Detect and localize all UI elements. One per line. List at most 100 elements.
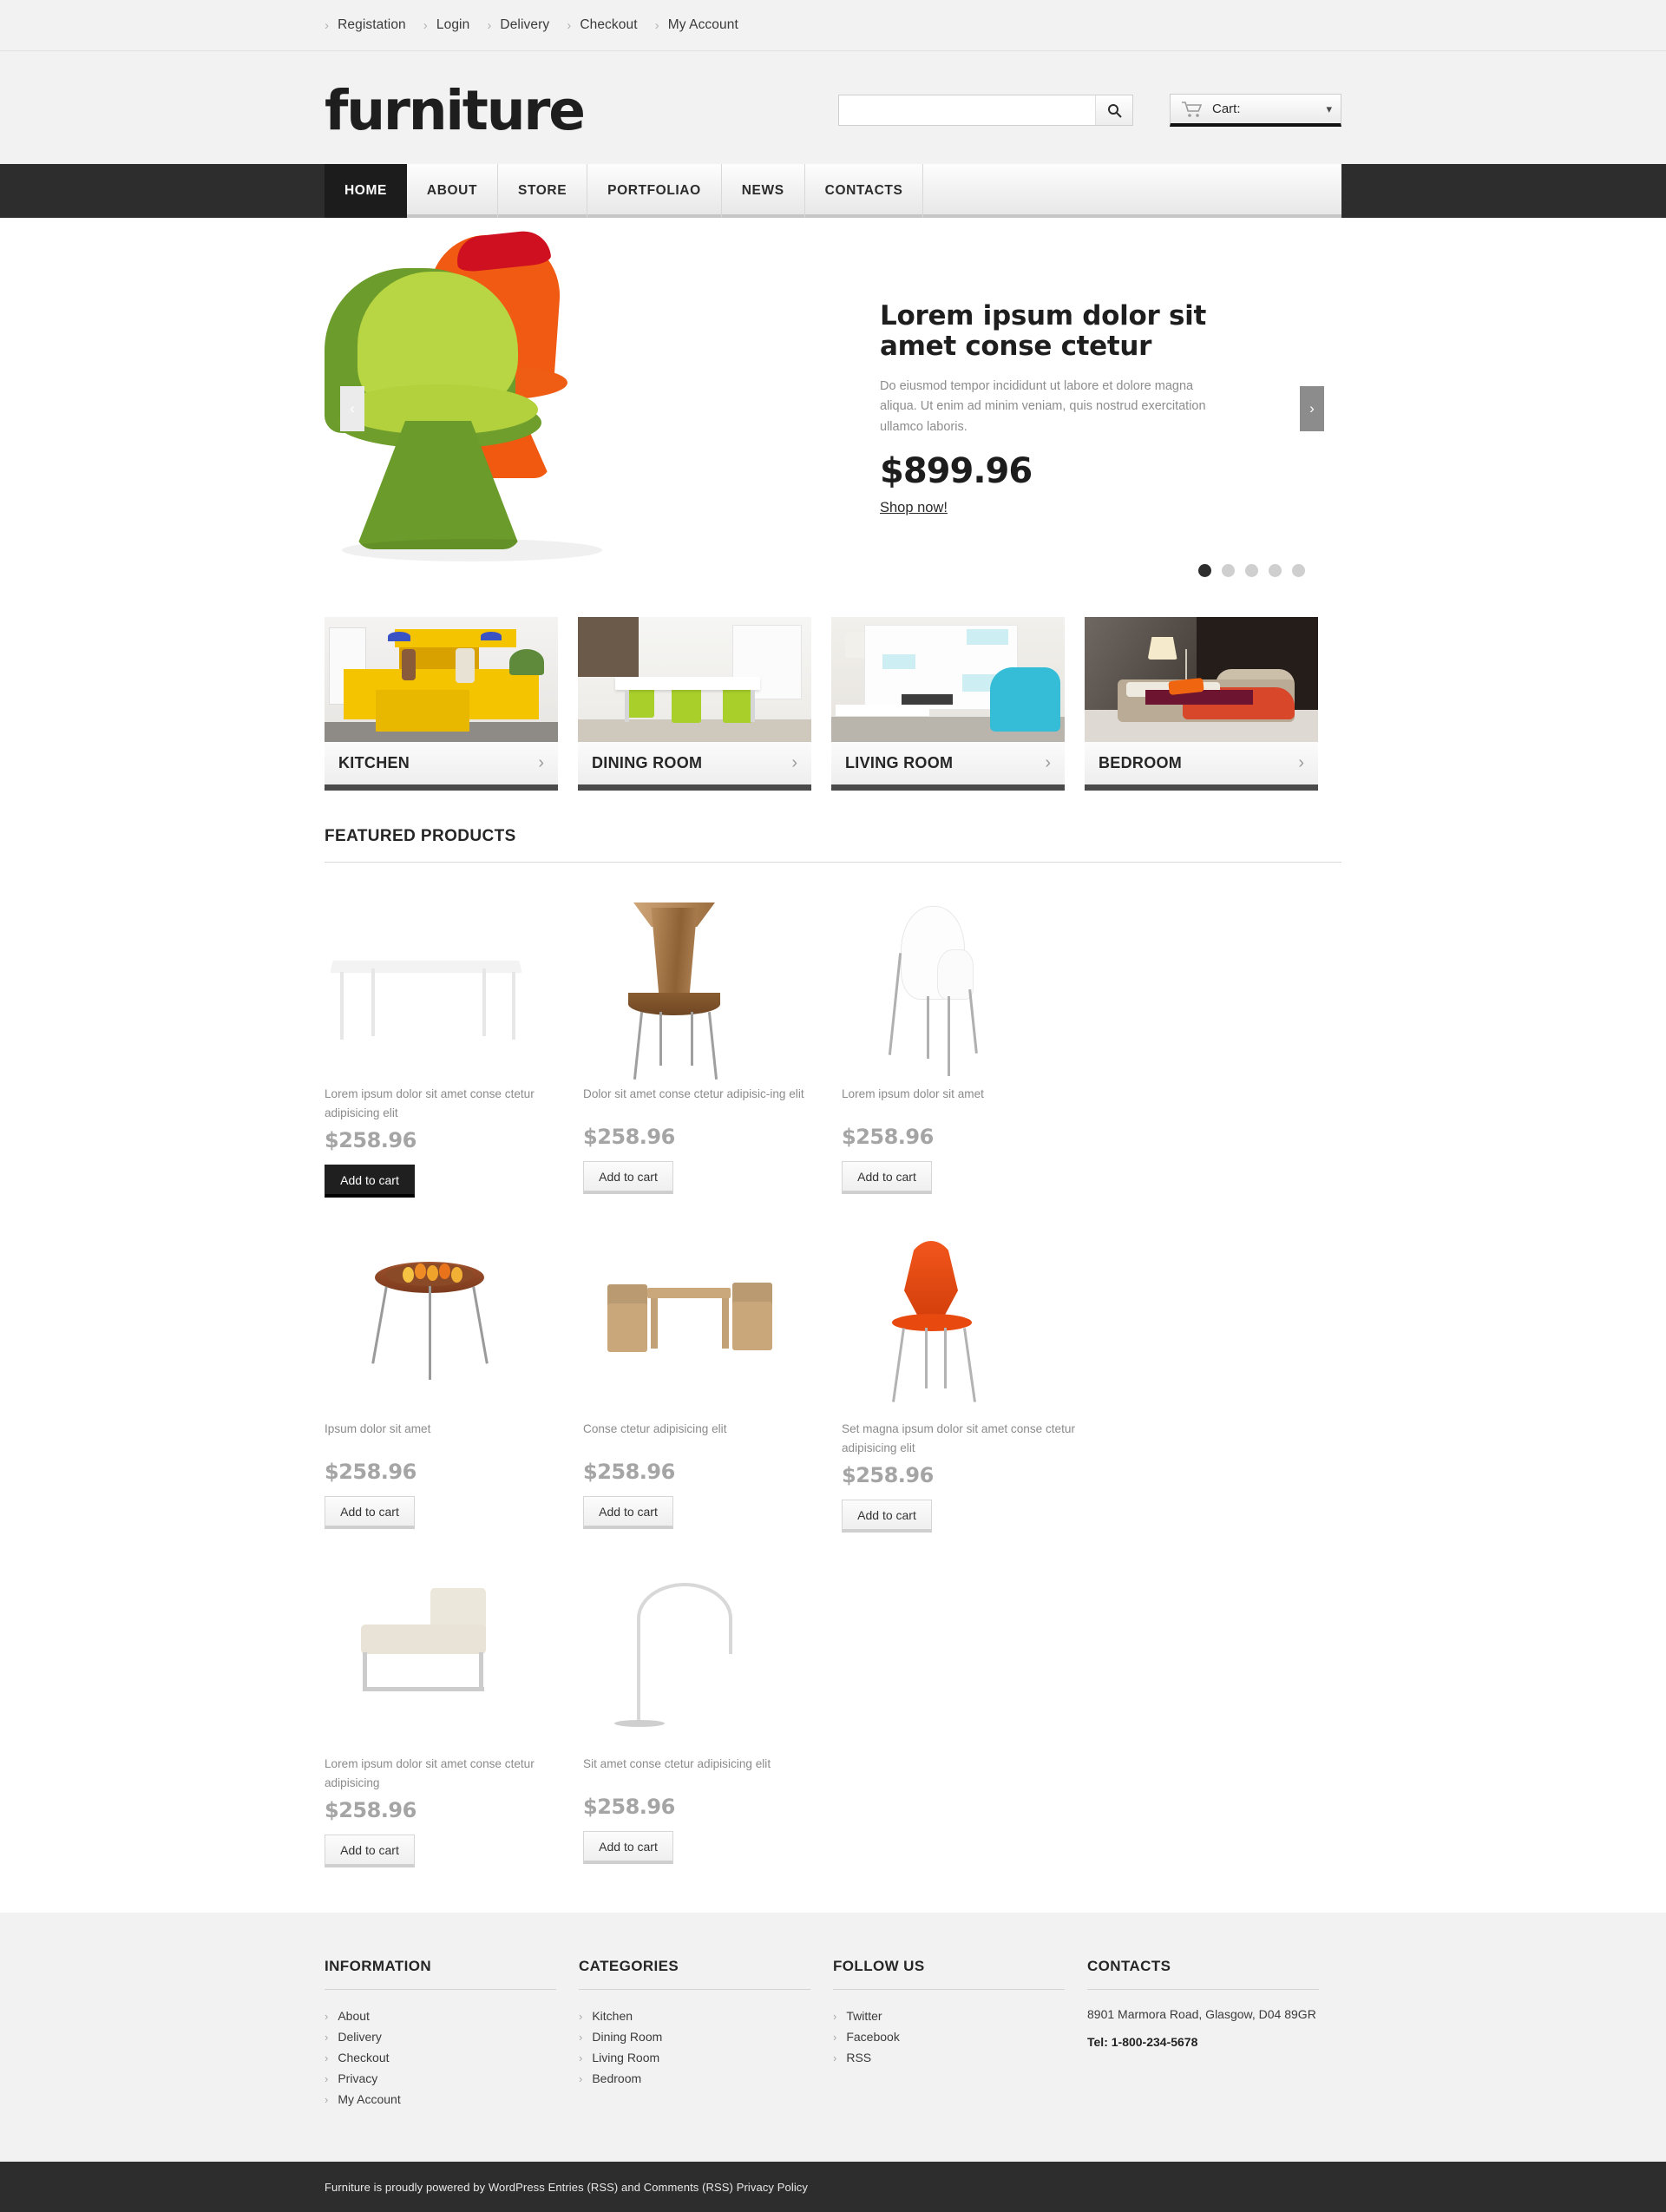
nav-item-contacts[interactable]: CONTACTS (805, 164, 924, 218)
copyright-bar: Furniture is proudly powered by WordPres… (0, 2162, 1666, 2212)
chevron-right-icon: › (833, 2009, 837, 2023)
site-logo[interactable]: furniture (325, 83, 586, 138)
product-image-white-chair[interactable] (842, 903, 1100, 1085)
cart-dropdown[interactable]: Cart: ▾ (1170, 94, 1341, 127)
nav-item-portfoliao[interactable]: PORTFOLIAO (587, 164, 722, 218)
nav-item-about[interactable]: ABOUT (407, 164, 499, 218)
add-to-cart-button[interactable]: Add to cart (583, 1831, 673, 1865)
product-image-floor-lamp[interactable] (583, 1572, 842, 1755)
product-title[interactable]: Set magna ipsum dolor sit amet conse cte… (842, 1420, 1078, 1458)
slider-prev-button[interactable]: ‹ (340, 386, 364, 431)
footer-heading: CONTACTS (1087, 1958, 1319, 1991)
product-image-kids-table-set[interactable] (583, 1237, 842, 1420)
footer-link-checkout[interactable]: › Checkout (325, 2047, 556, 2068)
hero-description: Do eiusmod tempor incididunt ut labore e… (880, 378, 1206, 434)
footer-column-follow-us: FOLLOW US › Twitter › Facebook › RSS (833, 1958, 1087, 2110)
add-to-cart-button[interactable]: Add to cart (842, 1500, 932, 1533)
product-image-wooden-chair[interactable] (583, 903, 842, 1085)
category-image-dining-room (578, 617, 811, 742)
topbar-link-my-account[interactable]: › My Account (638, 17, 738, 33)
footer-link-bedroom[interactable]: › Bedroom (579, 2068, 810, 2089)
nav-item-store[interactable]: STORE (498, 164, 588, 218)
nav-item-home[interactable]: HOME (325, 164, 407, 218)
chevron-down-icon: ▾ (1326, 102, 1332, 115)
add-to-cart-button[interactable]: Add to cart (325, 1496, 415, 1530)
footer-link-label: Bedroom (592, 2071, 642, 2086)
product-price: $258.96 (583, 1125, 675, 1149)
footer-link-label: Dining Room (592, 2030, 663, 2045)
footer-link-facebook[interactable]: › Facebook (833, 2026, 1065, 2047)
slider-dot-1[interactable] (1198, 564, 1211, 577)
topbar-link-login[interactable]: › Login (406, 17, 470, 33)
hero-product-image (325, 226, 863, 591)
category-card-bedroom[interactable]: BEDROOM › (1085, 617, 1318, 791)
product-title[interactable]: Sit amet conse ctetur adipisicing elit (583, 1755, 819, 1789)
category-card-kitchen[interactable]: KITCHEN › (325, 617, 558, 791)
footer-link-privacy[interactable]: › Privacy (325, 2068, 556, 2089)
category-image-living-room (831, 617, 1065, 742)
featured-products-title: FEATURED PRODUCTS (325, 827, 1341, 863)
category-image-kitchen (325, 617, 558, 742)
category-label: LIVING ROOM (845, 754, 954, 771)
topbar-link-label: Delivery (500, 17, 550, 32)
product-title[interactable]: Lorem ipsum dolor sit amet (842, 1085, 1078, 1119)
footer-link-label: Privacy (338, 2071, 378, 2086)
search-icon (1107, 103, 1122, 118)
top-utility-links: › Registation › Login › Delivery › Check… (325, 17, 1341, 33)
product-title[interactable]: Ipsum dolor sit amet (325, 1420, 561, 1454)
copyright-text: Furniture is proudly powered by WordPres… (325, 2180, 809, 2194)
add-to-cart-button[interactable]: Add to cart (325, 1165, 415, 1198)
search-input[interactable] (839, 95, 1095, 125)
category-label: DINING ROOM (592, 754, 703, 771)
category-label: KITCHEN (338, 754, 410, 771)
product-image-round-table[interactable] (325, 1237, 583, 1420)
footer-link-my-account[interactable]: › My Account (325, 2089, 556, 2110)
add-to-cart-button[interactable]: Add to cart (583, 1161, 673, 1194)
topbar-link-registation[interactable]: › Registation (325, 17, 406, 33)
footer-link-about[interactable]: › About (325, 2005, 556, 2026)
hero-text-block: Lorem ipsum dolor sit amet conse ctetur … (863, 300, 1210, 516)
hero-shop-now-link[interactable]: Shop now! (880, 500, 948, 516)
product-image-orange-chair[interactable] (842, 1237, 1100, 1420)
add-to-cart-button[interactable]: Add to cart (842, 1161, 932, 1194)
product-card: Sit amet conse ctetur adipisicing elit $… (583, 1533, 842, 1867)
products-grid: Lorem ipsum dolor sit amet conse ctetur … (325, 863, 1341, 1868)
product-image-white-table[interactable] (325, 903, 583, 1085)
slider-dot-4[interactable] (1269, 564, 1282, 577)
nav-item-news[interactable]: NEWS (722, 164, 805, 218)
footer-link-dining-room[interactable]: › Dining Room (579, 2026, 810, 2047)
hero-price: $899.96 (880, 451, 1033, 492)
footer-heading: FOLLOW US (833, 1958, 1065, 1991)
search-button[interactable] (1095, 95, 1132, 125)
topbar-link-delivery[interactable]: › Delivery (469, 17, 549, 33)
product-title[interactable]: Dolor sit amet conse ctetur adipisic-ing… (583, 1085, 819, 1119)
footer-link-kitchen[interactable]: › Kitchen (579, 2005, 810, 2026)
slider-dot-3[interactable] (1245, 564, 1258, 577)
product-card: Conse ctetur adipisicing elit $258.96 Ad… (583, 1198, 842, 1533)
footer-link-delivery[interactable]: › Delivery (325, 2026, 556, 2047)
product-title[interactable]: Lorem ipsum dolor sit amet conse ctetur … (325, 1085, 561, 1123)
topbar-link-checkout[interactable]: › Checkout (549, 17, 637, 33)
product-image-lounge-chair[interactable] (325, 1572, 583, 1755)
slider-dot-5[interactable] (1292, 564, 1305, 577)
add-to-cart-button[interactable]: Add to cart (325, 1835, 415, 1868)
footer-link-label: About (338, 2009, 370, 2024)
product-title[interactable]: Lorem ipsum dolor sit amet conse ctetur … (325, 1755, 561, 1793)
slider-dot-2[interactable] (1222, 564, 1235, 577)
footer-link-label: Twitter (846, 2009, 882, 2024)
product-price: $258.96 (325, 1460, 416, 1485)
footer-link-living-room[interactable]: › Living Room (579, 2047, 810, 2068)
topbar-link-label: My Account (667, 17, 738, 32)
slider-next-button[interactable]: › (1300, 386, 1324, 431)
add-to-cart-button[interactable]: Add to cart (583, 1496, 673, 1530)
chevron-right-icon: › (325, 2092, 329, 2106)
product-price: $258.96 (325, 1128, 416, 1153)
category-card-living-room[interactable]: LIVING ROOM › (831, 617, 1065, 791)
footer-link-twitter[interactable]: › Twitter (833, 2005, 1065, 2026)
chevron-right-icon: › (325, 17, 330, 33)
product-title[interactable]: Conse ctetur adipisicing elit (583, 1420, 819, 1454)
footer-link-label: RSS (846, 2051, 872, 2065)
category-card-dining-room[interactable]: DINING ROOM › (578, 617, 811, 791)
product-card: Lorem ipsum dolor sit amet $258.96 Add t… (842, 863, 1100, 1198)
footer-link-rss[interactable]: › RSS (833, 2047, 1065, 2068)
